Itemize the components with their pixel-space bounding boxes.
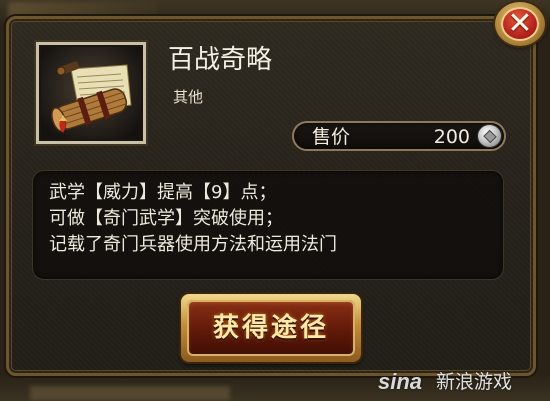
sina-watermark: sina 新浪游戏 xyxy=(378,368,548,396)
close-icon: ✕ xyxy=(507,6,533,41)
close-button-face: ✕ xyxy=(501,7,539,41)
item-icon-frame xyxy=(34,40,148,146)
obtain-way-button-face: 获得途径 xyxy=(187,300,355,356)
scroll-bundle-graphic xyxy=(51,61,132,133)
item-type: 其他 xyxy=(173,88,204,106)
obtain-way-label: 获得途径 xyxy=(212,313,329,343)
description-line: 记载了奇门兵器使用方法和运用法门 xyxy=(49,234,337,255)
price-display: 售价 200 xyxy=(292,121,506,151)
item-name: 百战奇略 xyxy=(168,45,273,75)
description-line: 武学【威力】提高【9】点； xyxy=(49,182,277,203)
background-blurred-text xyxy=(30,386,230,400)
sina-logo: sina xyxy=(378,369,423,394)
watermark-text: 新浪游戏 xyxy=(436,371,513,393)
price-label: 售价 xyxy=(312,126,351,148)
scroll-bundle-icon xyxy=(39,45,143,141)
item-description-box: 武学【威力】提高【9】点； 可做【奇门武学】突破使用； 记载了奇门兵器使用方法和… xyxy=(32,170,504,280)
close-button[interactable]: ✕ xyxy=(495,2,545,46)
description-line: 可做【奇门武学】突破使用； xyxy=(49,208,283,229)
price-value: 200 xyxy=(433,126,470,148)
obtain-way-button[interactable]: 获得途径 xyxy=(181,294,361,362)
silver-coin-icon xyxy=(478,125,501,147)
